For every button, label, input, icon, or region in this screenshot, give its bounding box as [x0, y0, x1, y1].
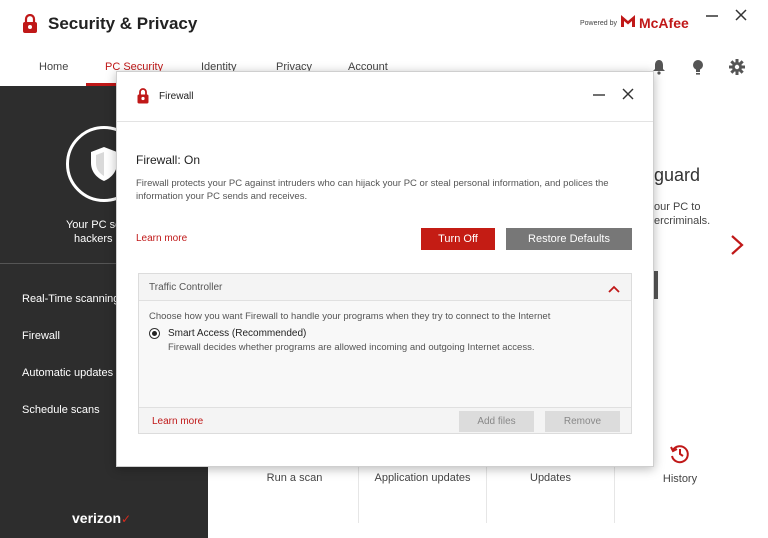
- background-text-line-1: our PC to: [654, 201, 701, 213]
- firewall-status: Firewall: On: [136, 153, 201, 167]
- dialog-close-button[interactable]: [621, 86, 635, 105]
- tile-label: History: [662, 473, 698, 485]
- history-icon: [669, 443, 691, 470]
- traffic-controller-title: Traffic Controller: [149, 282, 223, 293]
- mcafee-logo-icon: [620, 14, 635, 32]
- chevron-right-icon[interactable]: [730, 232, 744, 263]
- app-title: Security & Privacy: [48, 14, 198, 33]
- dialog-header: Firewall: [117, 72, 653, 122]
- dialog-minimize-button[interactable]: [592, 86, 606, 103]
- firewall-dialog: Firewall Firewall: On Firewall protects …: [116, 71, 654, 467]
- close-button[interactable]: [734, 8, 748, 27]
- mcafee-branding: Powered by McAfee: [580, 14, 689, 32]
- remove-button[interactable]: Remove: [545, 411, 620, 432]
- verizon-logo: verizon✓: [72, 510, 131, 526]
- firewall-description: Firewall protects your PC against intrud…: [136, 178, 609, 202]
- sidebar-item-automatic-updates[interactable]: Automatic updates: [22, 367, 113, 379]
- lock-icon: [137, 88, 149, 109]
- smart-access-radio[interactable]: [149, 328, 160, 339]
- add-files-button[interactable]: Add files: [459, 411, 534, 432]
- smart-access-label[interactable]: Smart Access (Recommended): [168, 328, 306, 339]
- title-bar: Security & Privacy Powered by McAfee: [0, 0, 768, 50]
- minimize-button[interactable]: [705, 8, 719, 27]
- shield-icon: [89, 146, 119, 187]
- sidebar-item-firewall[interactable]: Firewall: [22, 330, 60, 342]
- background-text-line-2: ercriminals.: [654, 215, 711, 227]
- chevron-up-icon[interactable]: [608, 281, 620, 299]
- tips-lightbulb-icon[interactable]: [691, 59, 705, 80]
- traffic-controller-panel: Traffic Controller Choose how you want F…: [138, 273, 632, 434]
- turn-off-button[interactable]: Turn Off: [421, 228, 495, 250]
- mcafee-brand-text: McAfee: [638, 15, 689, 31]
- checkmark-icon: ✓: [121, 512, 132, 526]
- traffic-controller-prompt: Choose how you want Firewall to handle y…: [149, 311, 551, 322]
- restore-defaults-button[interactable]: Restore Defaults: [506, 228, 632, 250]
- verizon-logo-text: verizon: [72, 510, 122, 526]
- settings-gear-icon[interactable]: [729, 59, 745, 80]
- sidebar-item-schedule-scans[interactable]: Schedule scans: [22, 404, 100, 416]
- tab-home[interactable]: Home: [39, 61, 68, 73]
- smart-access-description: Firewall decides whether programs are al…: [168, 342, 535, 353]
- radio-selected-dot: [152, 331, 157, 336]
- tile-label: Application updates: [374, 472, 471, 484]
- learn-more-link[interactable]: Learn more: [136, 233, 187, 244]
- notifications-bell-icon[interactable]: [652, 59, 666, 80]
- traffic-learn-more-link[interactable]: Learn more: [152, 416, 203, 427]
- tile-label: Run a scan: [266, 472, 323, 484]
- traffic-controller-header[interactable]: Traffic Controller: [139, 274, 631, 301]
- lock-icon: [22, 13, 38, 39]
- traffic-controller-footer: Learn more Add files Remove: [139, 407, 631, 433]
- powered-by-text: Powered by: [580, 19, 617, 27]
- sidebar-item-real-time-scanning[interactable]: Real-Time scanning: [22, 293, 119, 305]
- background-heading: guard: [654, 165, 701, 185]
- tile-label: Updates: [530, 472, 571, 484]
- dialog-title: Firewall: [159, 91, 194, 102]
